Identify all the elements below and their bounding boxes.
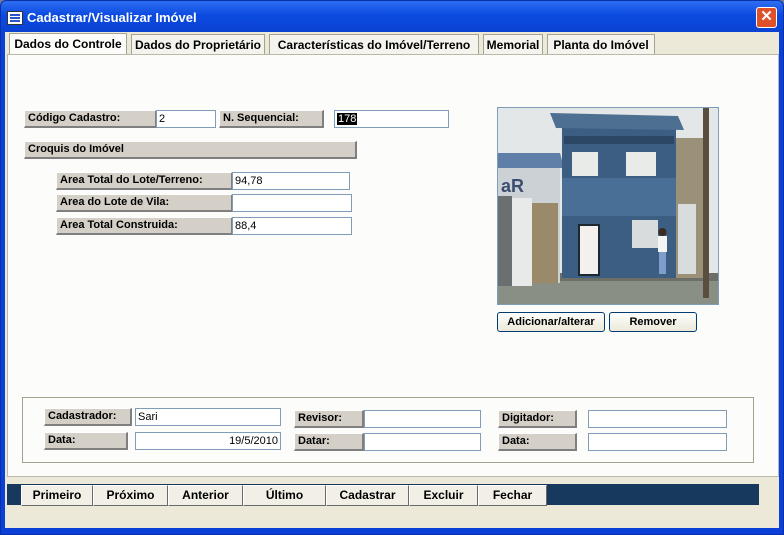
storefront-sign-text: aR — [501, 176, 524, 196]
digitador-field[interactable] — [588, 410, 727, 428]
primeiro-button[interactable]: Primeiro — [21, 485, 93, 506]
form-client-area: Dados do Controle Dados do Proprietário … — [5, 32, 779, 528]
tab-dados-proprietario[interactable]: Dados do Proprietário — [131, 34, 265, 55]
codigo-cadastro-field[interactable]: 2 — [156, 110, 216, 128]
cadastrador-field[interactable]: Sari — [135, 408, 281, 426]
proximo-button[interactable]: Próximo — [93, 485, 168, 506]
record-navigation-bar: Primeiro Próximo Anterior Último Cadastr… — [7, 484, 759, 506]
area-total-lote-label: Area Total do Lote/Terreno: — [56, 172, 233, 190]
data-digitador-label: Data: — [498, 433, 577, 451]
remove-photo-button[interactable]: Remover — [609, 312, 697, 332]
data-cadastro-field[interactable]: 19/5/2010 — [135, 432, 281, 450]
tab-dados-controle[interactable]: Dados do Controle — [9, 33, 127, 56]
title-bar: Cadastrar/Visualizar Imóvel ✕ — [1, 1, 783, 33]
tab-panel-dados-controle: Código Cadastro: 2 N. Sequencial: 178 Cr… — [7, 54, 779, 477]
ultimo-button[interactable]: Último — [243, 485, 326, 506]
data-cadastro-label: Data: — [44, 432, 128, 450]
excluir-button[interactable]: Excluir — [409, 485, 478, 506]
app-window: Cadastrar/Visualizar Imóvel ✕ Dados do C… — [0, 0, 784, 535]
data-digitador-field[interactable] — [588, 433, 727, 451]
fechar-button[interactable]: Fechar — [478, 485, 547, 506]
codigo-cadastro-label: Código Cadastro: — [24, 110, 157, 128]
area-total-lote-field[interactable]: 94,78 — [232, 172, 350, 190]
revisor-field[interactable] — [364, 410, 481, 428]
croquis-label: Croquis do Imóvel — [24, 141, 357, 159]
area-lote-vila-field[interactable] — [232, 194, 352, 212]
n-sequencial-value: 178 — [337, 113, 358, 125]
area-lote-vila-label: Area do Lote de Vila: — [56, 194, 233, 212]
add-photo-button[interactable]: Adicionar/alterar — [497, 312, 605, 332]
datar-field[interactable] — [364, 433, 481, 451]
datar-label: Datar: — [294, 433, 364, 451]
cadastrador-label: Cadastrador: — [44, 408, 132, 426]
digitador-label: Digitador: — [498, 410, 577, 428]
n-sequencial-label: N. Sequencial: — [219, 110, 324, 128]
form-icon — [7, 11, 23, 25]
area-construida-field[interactable]: 88,4 — [232, 217, 352, 235]
revisor-label: Revisor: — [294, 410, 364, 428]
tab-memorial[interactable]: Memorial — [483, 34, 543, 55]
house-photo-image: aR — [498, 108, 718, 304]
tab-caracteristicas[interactable]: Características do Imóvel/Terreno — [269, 34, 479, 55]
audit-group-box — [22, 397, 754, 463]
window-title: Cadastrar/Visualizar Imóvel — [27, 10, 197, 25]
anterior-button[interactable]: Anterior — [168, 485, 243, 506]
tab-planta[interactable]: Planta do Imóvel — [547, 34, 655, 55]
property-photo: aR — [497, 107, 719, 305]
close-button[interactable]: ✕ — [756, 7, 777, 28]
area-construida-label: Area Total Construida: — [56, 217, 233, 235]
cadastrar-button[interactable]: Cadastrar — [326, 485, 409, 506]
n-sequencial-field[interactable]: 178 — [334, 110, 449, 128]
